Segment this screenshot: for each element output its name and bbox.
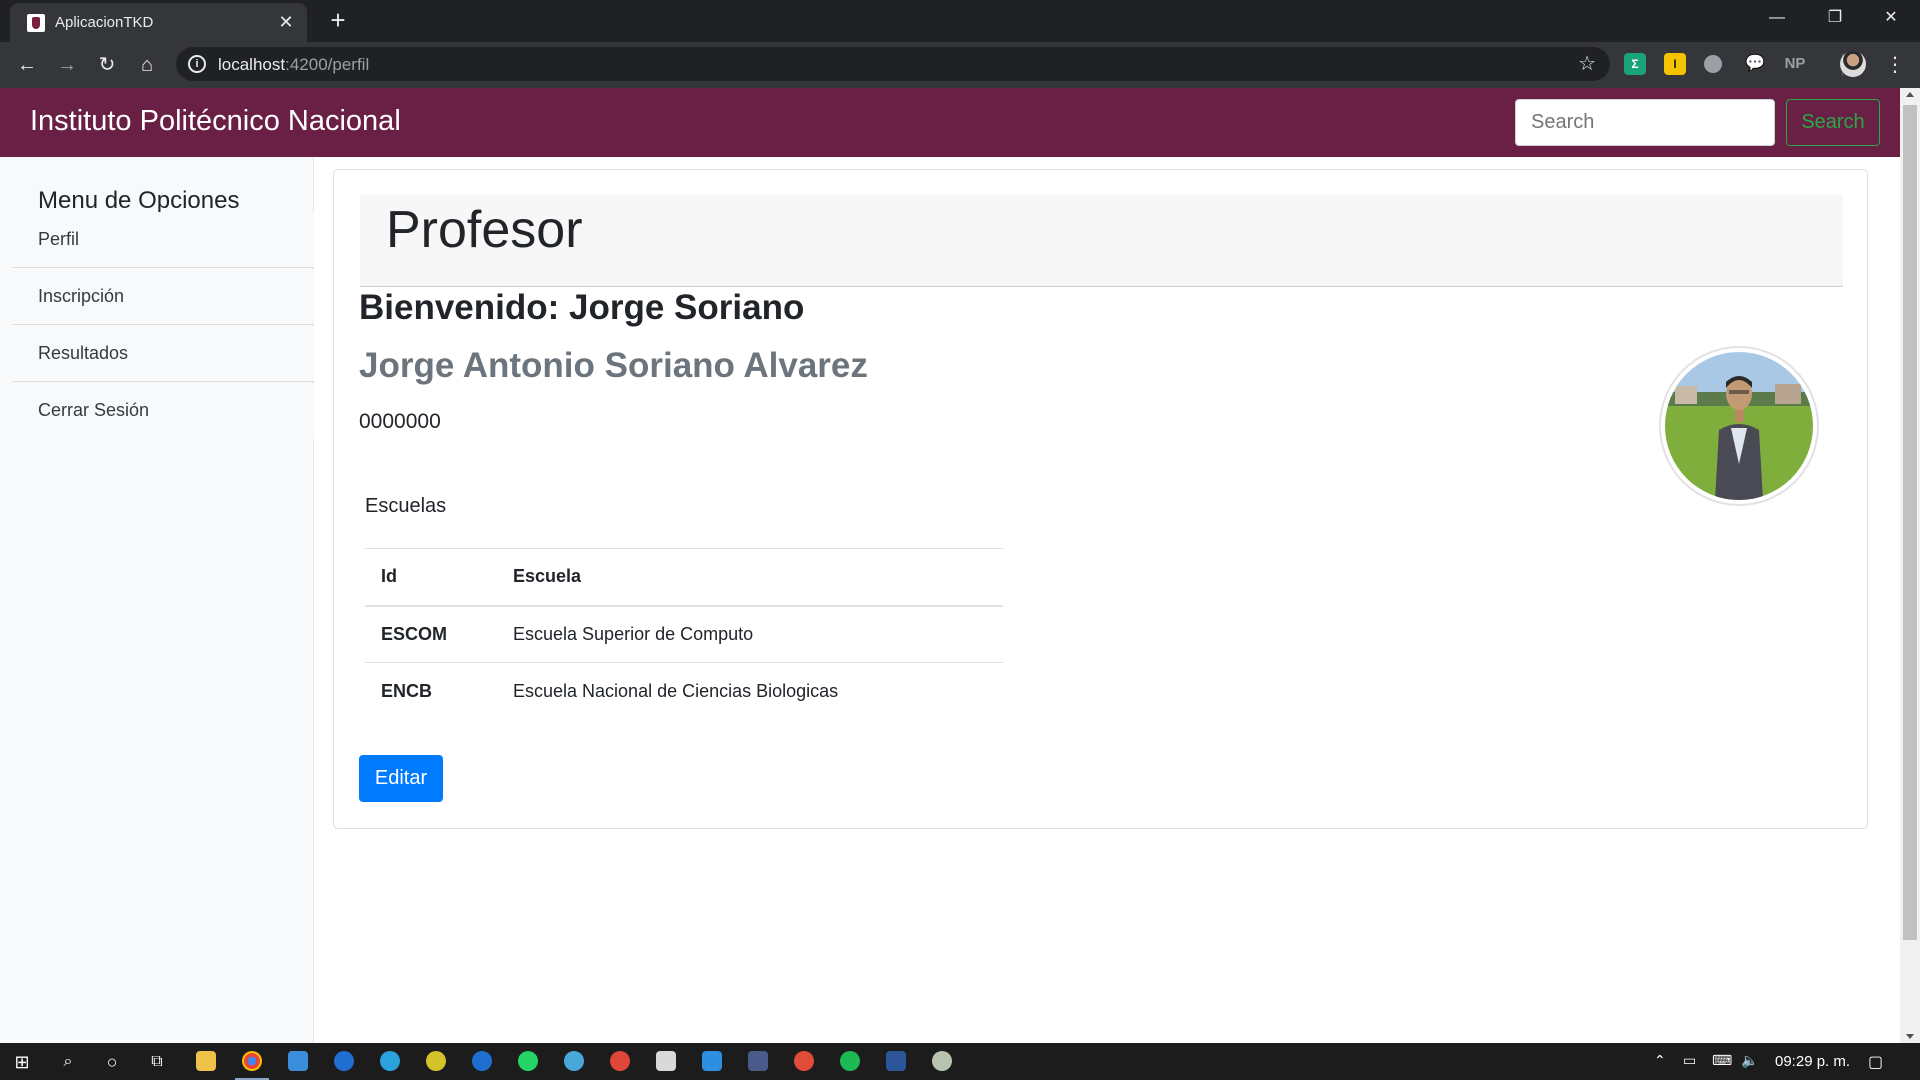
site-favicon-icon [27, 14, 45, 32]
network-icon[interactable]: ⌨ [1712, 1052, 1732, 1069]
app-red-icon[interactable] [610, 1051, 630, 1071]
table-row: ENCB Escuela Nacional de Ciencias Biolog… [365, 662, 1003, 720]
column-header-id: Id [365, 548, 497, 607]
row-id: ESCOM [365, 605, 497, 663]
app-orange-icon[interactable] [794, 1051, 814, 1071]
address-bar[interactable]: i localhost:4200/perfil ☆ [176, 47, 1610, 81]
app-gray-icon[interactable] [656, 1051, 676, 1071]
reload-icon[interactable]: ↻ [92, 50, 122, 80]
app-navy-icon[interactable] [748, 1051, 768, 1071]
extension-circle-icon[interactable] [1704, 55, 1722, 73]
url-path: :4200/perfil [285, 55, 370, 74]
battery-icon[interactable]: ▭ [1683, 1052, 1696, 1069]
back-icon[interactable]: ← [12, 50, 42, 80]
spotify-icon[interactable] [840, 1051, 860, 1071]
browser-tab[interactable]: AplicacionTKD ✕ [10, 3, 307, 42]
navbar-brand[interactable]: Instituto Politécnico Nacional [30, 105, 401, 138]
schools-table: Id Escuela ESCOM Escuela Superior de Com… [365, 548, 1003, 720]
restore-icon[interactable]: ❐ [1806, 0, 1864, 36]
scrollbar-thumb[interactable] [1903, 105, 1917, 940]
tab-title: AplicacionTKD [55, 14, 154, 31]
edge-icon[interactable] [334, 1051, 354, 1071]
sidebar-item-resultados[interactable]: Resultados [13, 326, 314, 382]
search-input[interactable] [1515, 99, 1775, 146]
web-page: Instituto Politécnico Nacional Search Me… [0, 88, 1900, 1043]
table-row: ESCOM Escuela Superior de Computo [365, 605, 1003, 663]
home-icon[interactable]: ⌂ [132, 50, 162, 80]
page-title: Profesor [386, 201, 583, 259]
window-close-icon[interactable]: ✕ [1862, 0, 1920, 36]
browser-toolbar: ← → ↻ ⌂ i localhost:4200/perfil ☆ Σ I 💬 … [0, 42, 1920, 88]
profile-card: Profesor Bienvenido: Jorge Soriano Jorge… [333, 169, 1868, 829]
extension-honey-icon[interactable]: I [1664, 53, 1686, 75]
search-button[interactable]: Search [1786, 99, 1880, 146]
windows-start-icon[interactable]: ⊞ [8, 1048, 36, 1076]
telegram-icon[interactable] [380, 1051, 400, 1071]
page-header: Profesor [360, 195, 1843, 287]
sidebar: Menu de Opciones Perfil Inscripción Resu… [0, 157, 314, 1043]
file-explorer-icon[interactable] [196, 1051, 216, 1071]
sidebar-item-cerrar-sesion[interactable]: Cerrar Sesión [13, 383, 314, 439]
app-blue-icon[interactable] [564, 1051, 584, 1071]
whatsapp-icon[interactable] [518, 1051, 538, 1071]
profile-photo-image [1665, 352, 1813, 500]
store-icon[interactable] [288, 1051, 308, 1071]
bookmark-star-icon[interactable]: ☆ [1578, 51, 1596, 76]
table-header-row: Id Escuela [365, 548, 1003, 607]
forward-icon[interactable]: → [52, 50, 82, 80]
app-yellow-icon[interactable] [426, 1051, 446, 1071]
taskbar-clock[interactable]: 09:29 p. m. [1775, 1053, 1850, 1070]
cortana-icon[interactable]: ○ [98, 1048, 126, 1076]
url-host: localhost [218, 55, 286, 74]
edit-button[interactable]: Editar [359, 755, 443, 802]
row-id: ENCB [365, 662, 497, 720]
notifications-icon[interactable]: ▢ [1868, 1052, 1883, 1072]
app-green-gray-icon[interactable] [932, 1051, 952, 1071]
full-name: Jorge Antonio Soriano Alvarez [359, 346, 868, 385]
row-escuela: Escuela Superior de Computo [497, 605, 1003, 663]
sidebar-item-perfil[interactable]: Perfil [13, 212, 314, 268]
windows-taskbar: ⊞ ⌕ ○ ⧉ ⌃ ▭ ⌨ 🔈 09:29 p. m. ▢ [0, 1043, 1920, 1080]
maps-icon[interactable] [472, 1051, 492, 1071]
site-info-icon[interactable]: i [188, 55, 206, 73]
profile-avatar-icon[interactable] [1840, 51, 1866, 77]
volume-icon[interactable]: 🔈 [1741, 1052, 1758, 1069]
close-tab-icon[interactable]: ✕ [275, 11, 297, 33]
welcome-heading: Bienvenido: Jorge Soriano [359, 288, 805, 327]
url-text: localhost:4200/perfil [218, 55, 369, 75]
top-navbar: Instituto Politécnico Nacional Search [0, 88, 1900, 157]
task-view-icon[interactable]: ⧉ [143, 1048, 171, 1076]
extension-np-icon[interactable]: NP [1784, 53, 1806, 75]
chrome-taskbar-icon[interactable] [242, 1051, 262, 1071]
word-icon[interactable] [886, 1051, 906, 1071]
scroll-up-icon[interactable] [1906, 92, 1914, 97]
sidebar-title: Menu de Opciones [38, 187, 240, 214]
search-taskbar-icon[interactable]: ⌕ [54, 1048, 82, 1076]
vscode-icon[interactable] [702, 1051, 722, 1071]
scroll-down-icon[interactable] [1906, 1034, 1914, 1039]
row-escuela: Escuela Nacional de Ciencias Biologicas [497, 662, 1003, 720]
browser-tabstrip: AplicacionTKD ✕ + — ❐ ✕ [0, 0, 1920, 42]
profile-photo [1659, 346, 1819, 506]
id-number: 0000000 [359, 410, 441, 433]
page-scrollbar[interactable] [1900, 88, 1920, 1043]
table-caption: Escuelas [365, 495, 447, 517]
extension-sigma-icon[interactable]: Σ [1624, 53, 1646, 75]
minimize-icon[interactable]: — [1748, 0, 1806, 36]
new-tab-icon[interactable]: + [324, 6, 352, 34]
tray-overflow-icon[interactable]: ⌃ [1654, 1052, 1666, 1069]
chrome-menu-icon[interactable]: ⋮ [1880, 50, 1910, 80]
extension-chat-icon[interactable]: 💬 [1744, 53, 1766, 75]
column-header-escuela: Escuela [497, 548, 1003, 607]
sidebar-item-inscripcion[interactable]: Inscripción [13, 269, 314, 325]
